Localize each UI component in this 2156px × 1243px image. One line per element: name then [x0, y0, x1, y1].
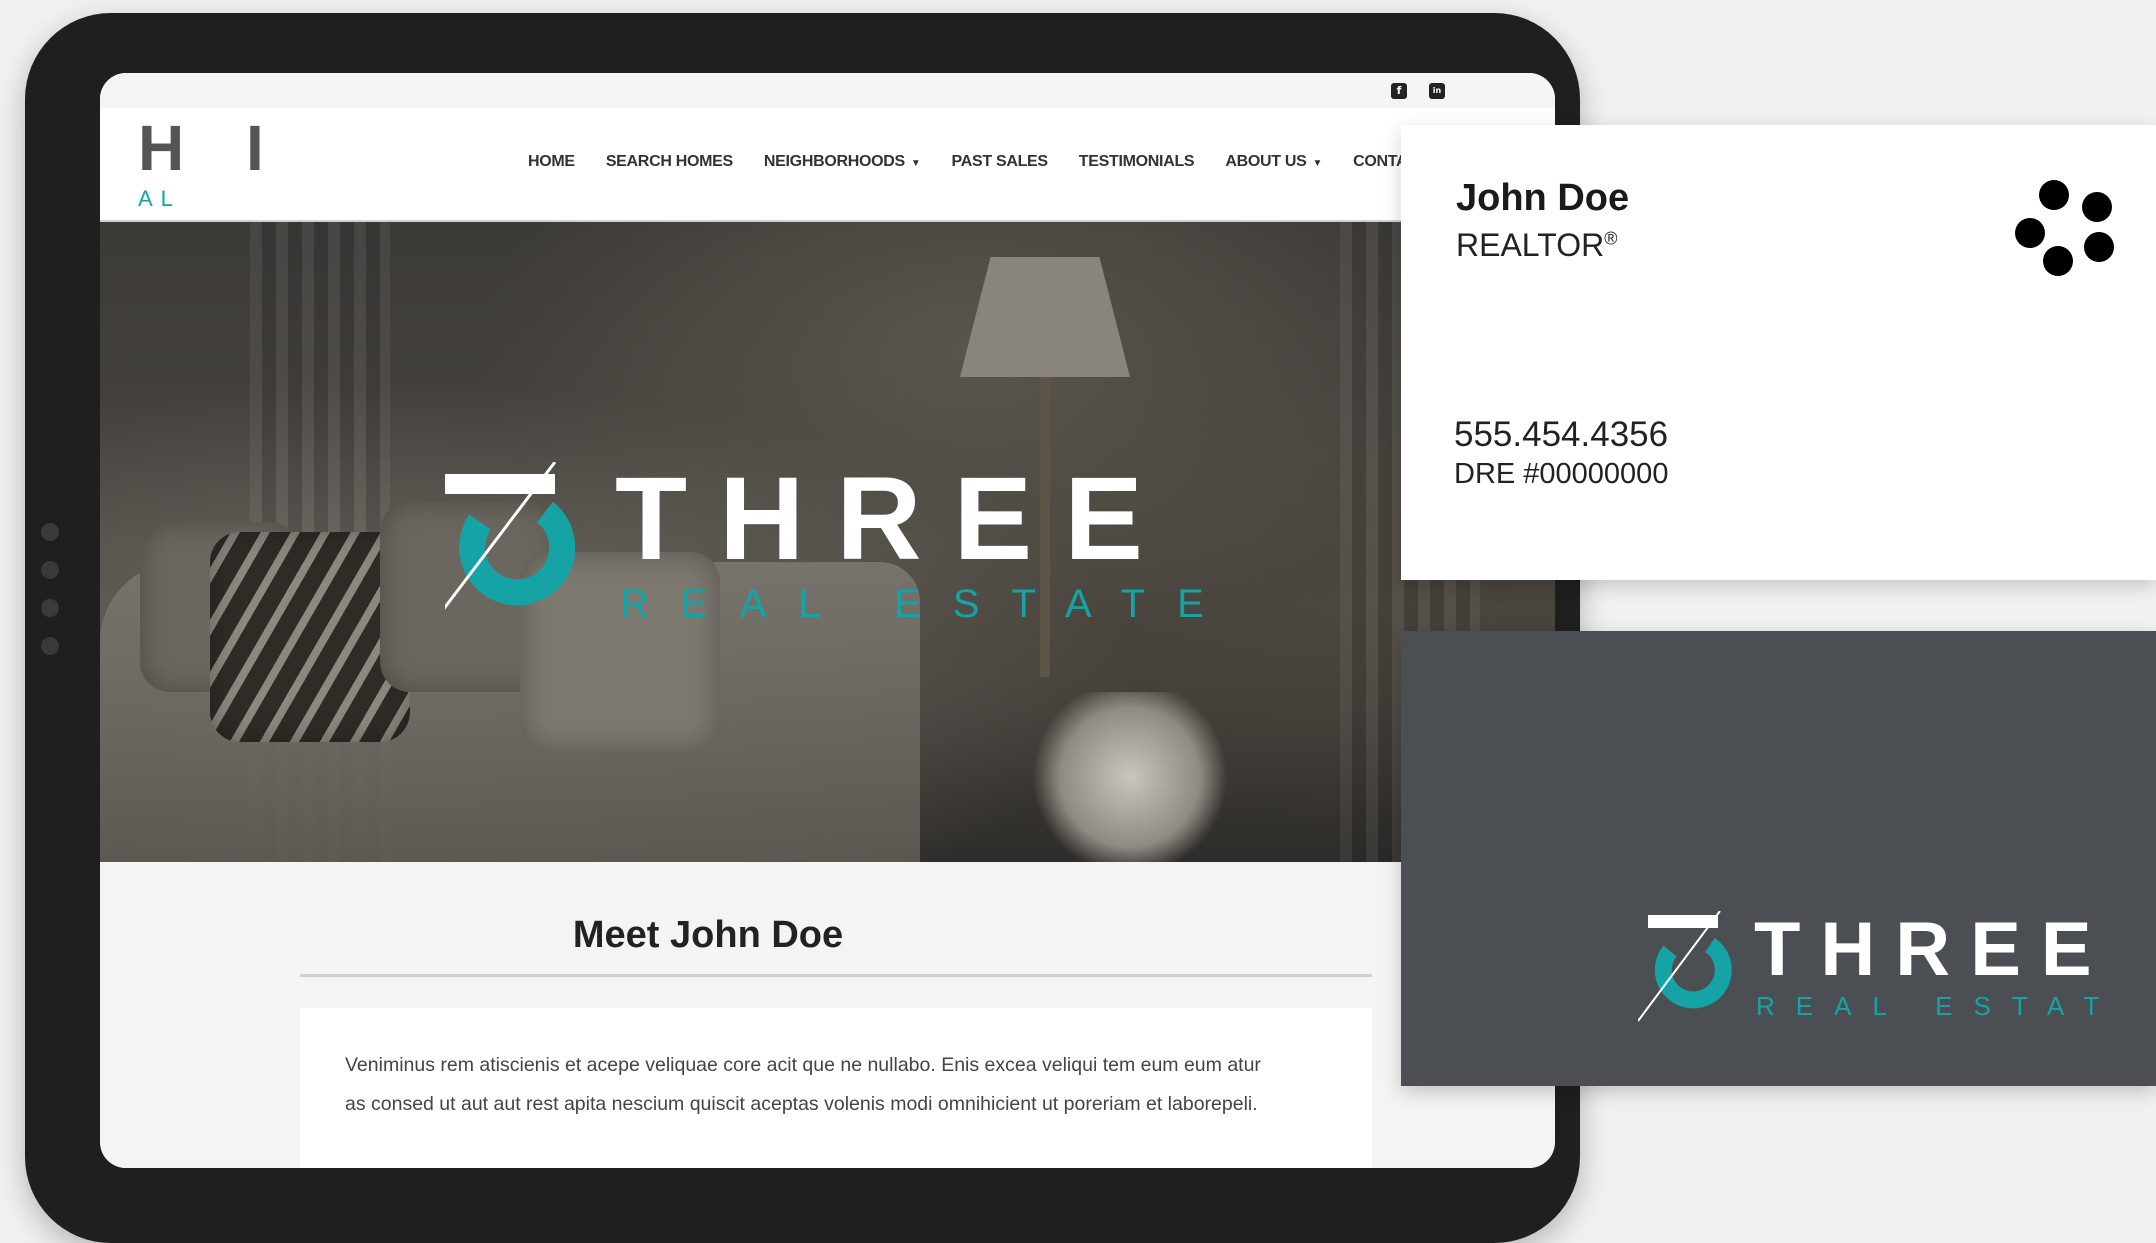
nav-home[interactable]: HOME: [528, 153, 575, 171]
nav-about-us[interactable]: ABOUT US ▼: [1225, 153, 1322, 171]
card-brand-main: THREE: [1754, 911, 2112, 992]
site-logo-sub: AL: [138, 186, 181, 211]
three-logo-mark: [428, 461, 576, 628]
hero-banner: THREE REAL ESTATE: [100, 222, 1555, 862]
meet-divider: [300, 974, 1372, 977]
card-brand-sub: REAL ESTATE: [1756, 991, 2118, 1021]
business-card-front: John Doe REALTOR® 555.454.4356 DRE #0000…: [1401, 125, 2156, 580]
meet-title: Meet John Doe: [572, 914, 844, 956]
registered-mark: ®: [1604, 228, 1618, 249]
site-logo[interactable]: H I AL: [138, 116, 286, 212]
hero-lamp: [960, 257, 1130, 377]
linkedin-icon[interactable]: in: [1429, 83, 1445, 99]
site-logo-main: H I: [138, 112, 286, 184]
dots-logo-icon: [2015, 180, 2125, 295]
card-license: DRE #00000000: [1454, 458, 1669, 490]
nav-neighborhoods[interactable]: NEIGHBORHOODS ▼: [764, 153, 921, 171]
main-navigation: HOME SEARCH HOMES NEIGHBORHOODS ▼ PAST SA…: [528, 153, 1419, 171]
hero-brand-logo: THREE REAL ESTATE: [428, 453, 1225, 637]
tablet-device: f in H I AL HOME SEARCH HOMES NEIGHBORHO…: [25, 13, 1580, 1243]
three-logo-mark: [1637, 910, 1732, 1022]
bio-line: as consed ut aut aut rest apita nescium …: [345, 1093, 1258, 1115]
card-brand-logo: THREE REAL ESTATE: [1637, 907, 2137, 1036]
chevron-down-icon: ▼: [910, 158, 921, 169]
website-topbar: f in: [100, 73, 1555, 108]
card-name: John Doe: [1456, 177, 1630, 219]
website-navbar: H I AL HOME SEARCH HOMES NEIGHBORHOODS ▼ …: [100, 108, 1555, 222]
hero-brand-sub: REAL ESTATE: [620, 582, 1225, 626]
bio-card: Veniminus rem atiscienis et acepe veliqu…: [300, 1008, 1372, 1168]
card-title: REALTOR®: [1456, 227, 1618, 263]
card-phone: 555.454.4356: [1454, 415, 1669, 454]
business-card-back: THREE REAL ESTATE: [1401, 631, 2156, 1086]
nav-search-homes[interactable]: SEARCH HOMES: [606, 153, 733, 171]
facebook-icon[interactable]: f: [1391, 83, 1407, 99]
hero-brand-main: THREE: [615, 462, 1175, 585]
about-section: Meet John Doe Veniminus rem atiscienis e…: [100, 862, 1555, 1168]
tablet-camera-dots: [41, 523, 59, 675]
hero-flowers: [1020, 692, 1240, 862]
bio-line: Veniminus rem atiscienis et acepe veliqu…: [345, 1054, 1261, 1076]
nav-testimonials[interactable]: TESTIMONIALS: [1079, 153, 1195, 171]
bio-text: Veniminus rem atiscienis et acepe veliqu…: [345, 1046, 1345, 1124]
nav-past-sales[interactable]: PAST SALES: [952, 153, 1049, 171]
social-links: f in: [1391, 83, 1445, 99]
website-screen: f in H I AL HOME SEARCH HOMES NEIGHBORHO…: [100, 73, 1555, 1168]
chevron-down-icon: ▼: [1312, 158, 1323, 169]
